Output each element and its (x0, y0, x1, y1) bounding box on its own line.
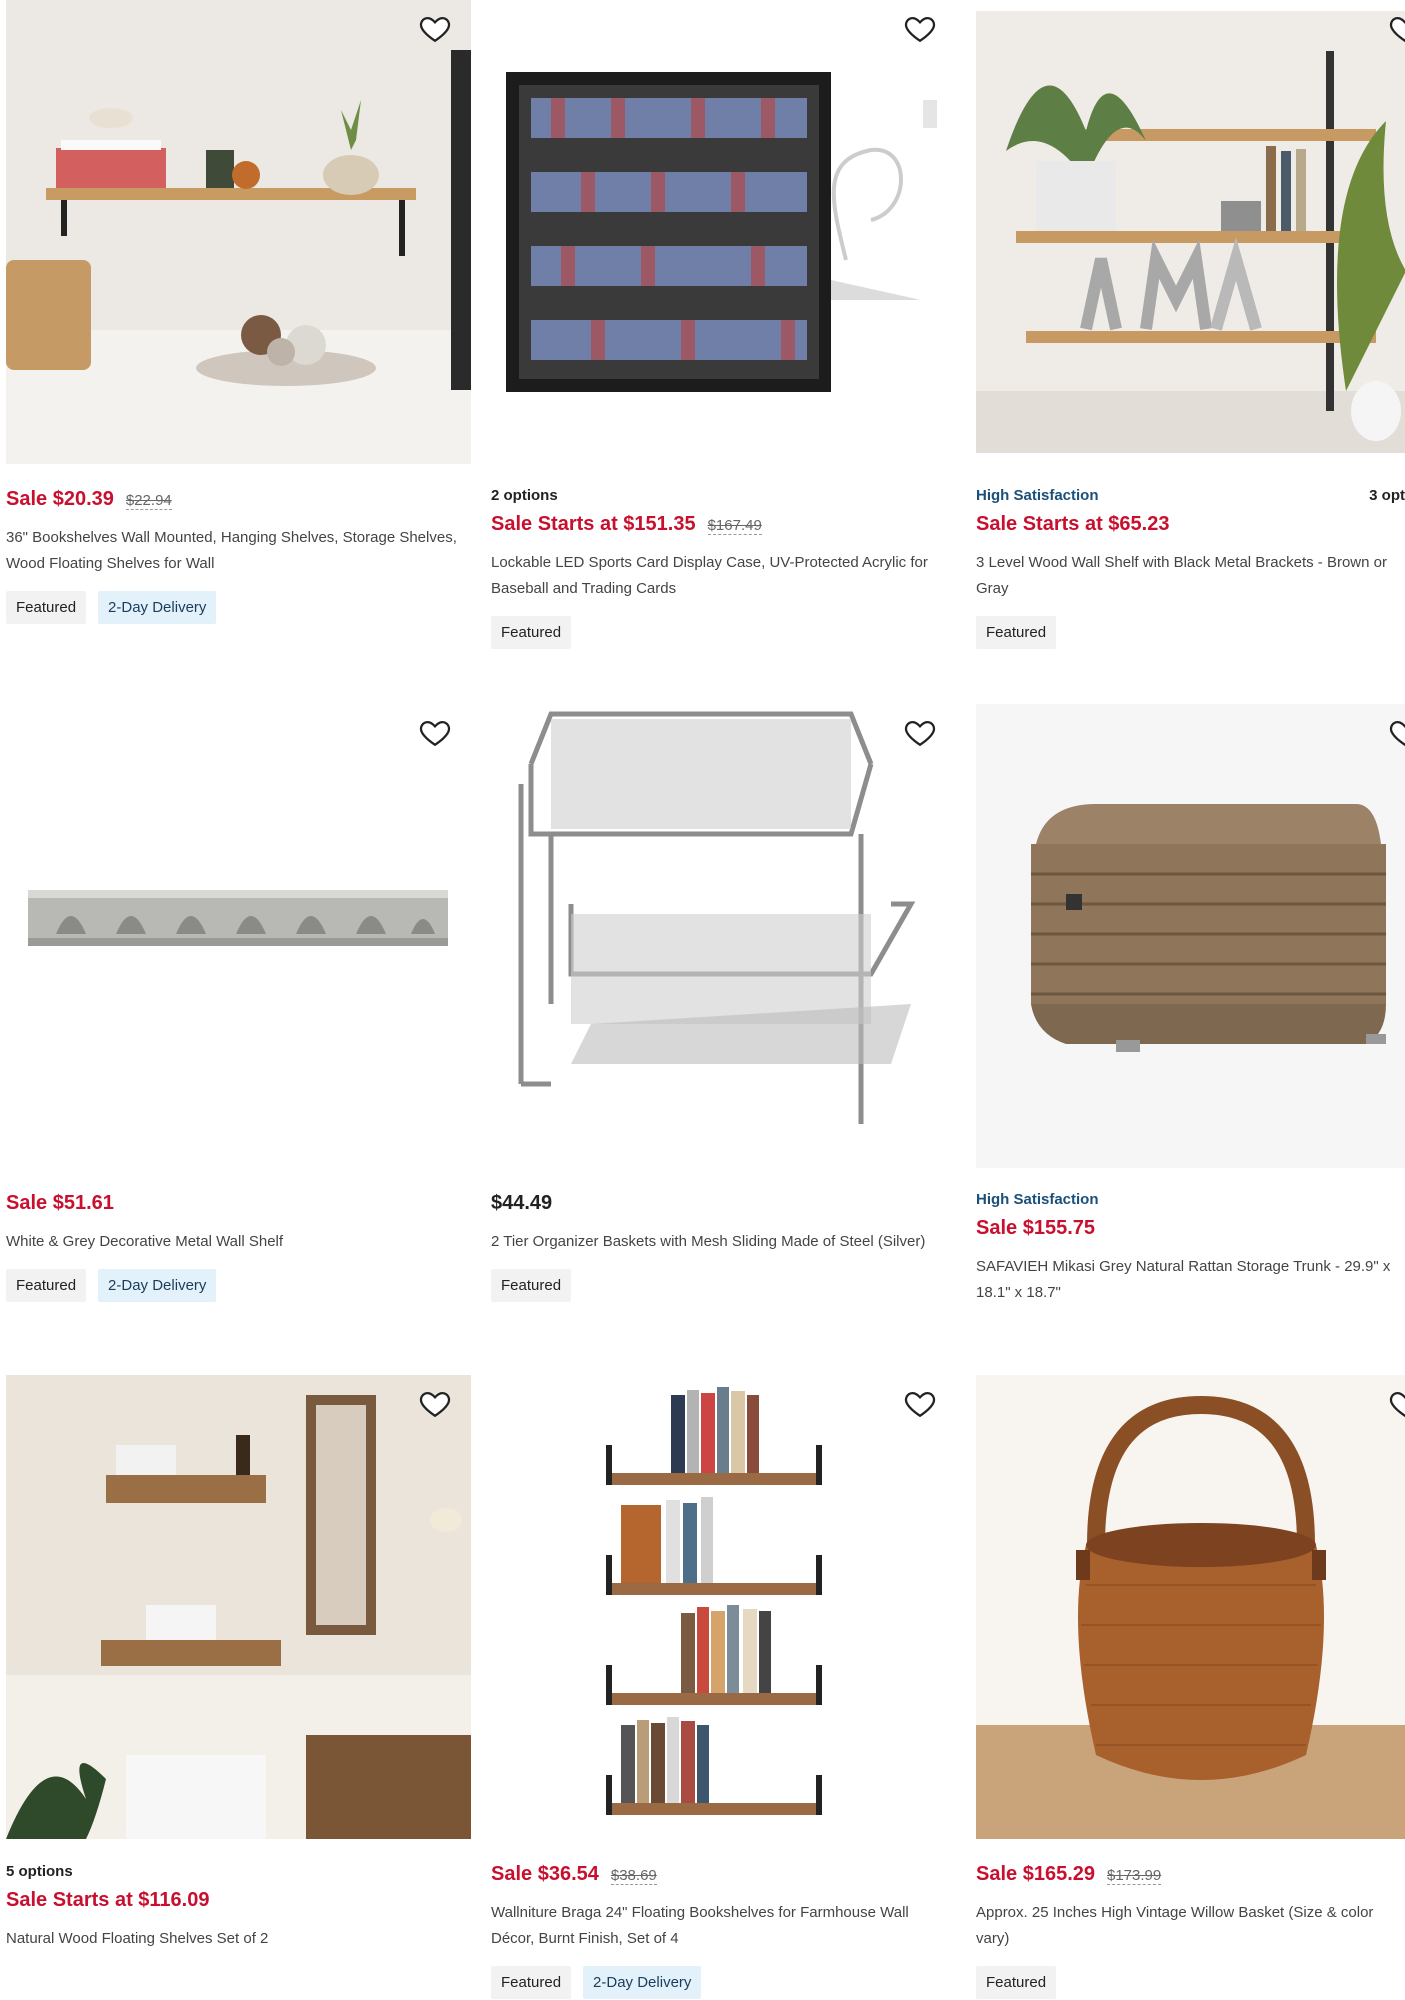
product-title[interactable]: White & Grey Decorative Metal Wall Shelf (6, 1229, 471, 1255)
high-satisfaction-label: High Satisfaction (976, 487, 1099, 504)
product-title[interactable]: Approx. 25 Inches High Vintage Willow Ba… (976, 1900, 1405, 1952)
product-title[interactable]: 36" Bookshelves Wall Mounted, Hanging Sh… (6, 525, 471, 577)
options-count[interactable]: 2 options (491, 487, 558, 505)
original-price: $173.99 (1107, 1867, 1162, 1885)
high-satisfaction-label: High Satisfaction (976, 1191, 1099, 1208)
two-day-delivery-badge: 2-Day Delivery (98, 591, 217, 624)
featured-badge: Featured (6, 591, 87, 624)
product-image[interactable] (6, 0, 471, 464)
product-image[interactable] (6, 704, 471, 1168)
product-image[interactable] (491, 704, 956, 1168)
sale-price: Sale Starts at $116.09 (6, 1889, 210, 1911)
product-image[interactable] (976, 11, 1405, 453)
original-price: $38.69 (610, 1867, 657, 1885)
wishlist-heart-icon[interactable] (903, 11, 937, 45)
product-title[interactable]: Wallniture Braga 24" Floating Bookshelve… (491, 1900, 956, 1952)
wishlist-heart-icon[interactable] (1388, 11, 1405, 45)
featured-badge: Featured (491, 616, 572, 649)
sale-price: Sale $155.75 (976, 1217, 1095, 1239)
original-price: $22.94 (125, 492, 172, 510)
price: $44.49 (491, 1192, 553, 1214)
wishlist-heart-icon[interactable] (418, 715, 452, 749)
wishlist-heart-icon[interactable] (418, 11, 452, 45)
product-title[interactable]: Lockable LED Sports Card Display Case, U… (491, 550, 956, 602)
product-image[interactable] (6, 1375, 471, 1839)
wishlist-heart-icon[interactable] (903, 1386, 937, 1420)
product-image[interactable] (491, 1375, 956, 1839)
featured-badge: Featured (6, 1269, 87, 1302)
sale-price: Sale Starts at $151.35 (491, 513, 696, 535)
featured-badge: Featured (491, 1966, 572, 1999)
product-title[interactable]: Natural Wood Floating Shelves Set of 2 (6, 1926, 471, 1952)
sale-price: Sale Starts at $65.23 (976, 513, 1170, 535)
sale-price: Sale $165.29 (976, 1863, 1095, 1885)
product-title[interactable]: SAFAVIEH Mikasi Grey Natural Rattan Stor… (976, 1254, 1405, 1306)
two-day-delivery-badge: 2-Day Delivery (98, 1269, 217, 1302)
sale-price: Sale $20.39 (6, 488, 114, 510)
product-image[interactable] (976, 704, 1405, 1168)
wishlist-heart-icon[interactable] (903, 715, 937, 749)
featured-badge: Featured (976, 616, 1057, 649)
wishlist-heart-icon[interactable] (1388, 1386, 1405, 1420)
product-title[interactable]: 3 Level Wood Wall Shelf with Black Metal… (976, 550, 1405, 602)
featured-badge: Featured (976, 1966, 1057, 1999)
product-title[interactable]: 2 Tier Organizer Baskets with Mesh Slidi… (491, 1229, 956, 1255)
sale-price: Sale $36.54 (491, 1863, 599, 1885)
two-day-delivery-badge: 2-Day Delivery (583, 1966, 702, 1999)
wishlist-heart-icon[interactable] (1388, 715, 1405, 749)
original-price: $167.49 (707, 517, 762, 535)
featured-badge: Featured (491, 1269, 572, 1302)
product-image[interactable] (976, 1375, 1405, 1839)
sale-price: Sale $51.61 (6, 1192, 114, 1214)
options-count[interactable]: 3 opt (1369, 487, 1405, 505)
options-count[interactable]: 5 options (6, 1863, 73, 1881)
wishlist-heart-icon[interactable] (418, 1386, 452, 1420)
product-image[interactable] (491, 0, 956, 464)
